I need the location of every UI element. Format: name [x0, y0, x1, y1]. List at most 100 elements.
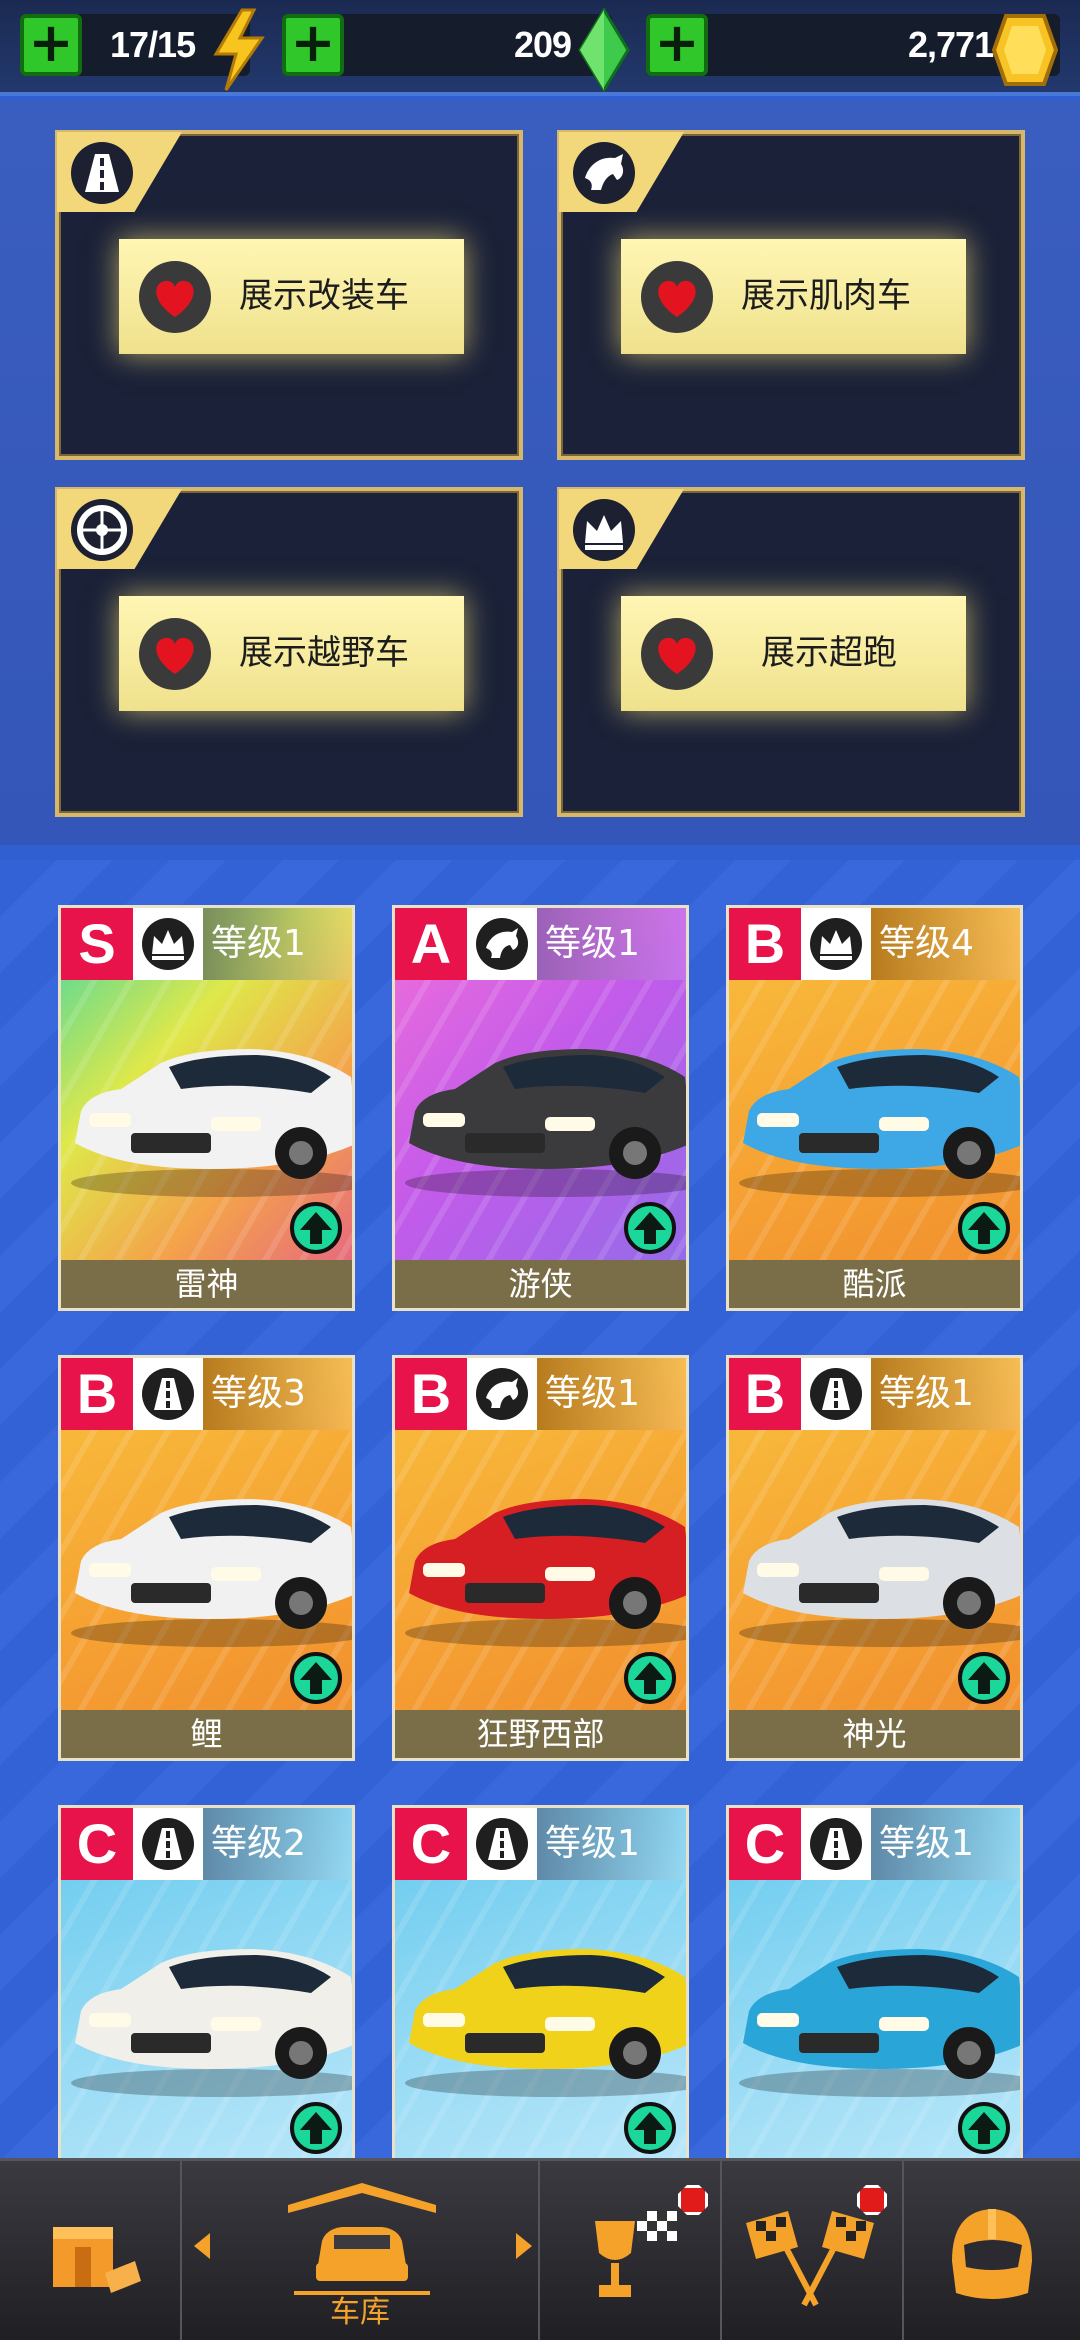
car-image — [71, 1949, 352, 2097]
coins-value: 2,771 — [908, 24, 994, 65]
show-tuner-label: 展示改装车 — [239, 276, 409, 316]
heart-icon — [156, 637, 194, 674]
show-muscle-label: 展示肌肉车 — [741, 276, 911, 316]
upgrade-arrow-icon[interactable] — [958, 1202, 1010, 1254]
crown-icon — [573, 499, 635, 561]
nav-garage-label: 车库 — [330, 2295, 390, 2330]
car-image — [71, 1499, 352, 1647]
events-notification-badge — [678, 2185, 708, 2215]
upgrade-arrow-icon[interactable] — [290, 2102, 342, 2154]
rank-badge: C — [395, 1808, 467, 1880]
show-muscle-button[interactable]: 展示肌肉车 — [621, 239, 966, 354]
rank-badge: B — [61, 1358, 133, 1430]
road-icon — [810, 1368, 862, 1420]
showcase-supercar-slot[interactable]: 展示超跑 — [557, 487, 1025, 817]
card-header: S 等级1 — [61, 908, 352, 980]
showcase-offroad-slot[interactable]: 展示越野车 — [55, 487, 523, 817]
coin-icon — [991, 14, 1058, 86]
car-card[interactable]: C 等级1 — [392, 1805, 689, 2158]
upgrade-arrow-icon[interactable] — [958, 2102, 1010, 2154]
level-label: 等级1 — [537, 1358, 686, 1430]
show-tuner-button[interactable]: 展示改装车 — [119, 239, 464, 354]
level-label: 等级4 — [871, 908, 1020, 980]
card-header: B 等级4 — [729, 908, 1020, 980]
car-card[interactable]: S 等级1 雷神 — [58, 905, 355, 1311]
lightning-icon — [213, 8, 265, 91]
card-header: B 等级1 — [395, 1358, 686, 1430]
showcase-muscle-slot[interactable]: 展示肌肉车 — [557, 130, 1025, 460]
car-image — [739, 1949, 1020, 2097]
rank-badge: A — [395, 908, 467, 980]
car-card[interactable]: B 等级4 酷派 — [726, 905, 1023, 1311]
shop-box-icon — [53, 2227, 141, 2293]
show-offroad-button[interactable]: 展示越野车 — [119, 596, 464, 711]
gems-counter: + 209 — [282, 8, 630, 92]
car-name: 狂野西部 — [395, 1710, 686, 1758]
energy-value: 17/15 — [110, 24, 196, 65]
energy-counter: + 17/15 — [20, 8, 265, 91]
nav-races[interactable] — [722, 2161, 902, 2340]
add-energy-button[interactable]: + — [20, 14, 82, 76]
showcase-tuner-slot[interactable]: 展示改装车 — [55, 130, 523, 460]
car-name: 游侠 — [395, 1260, 686, 1308]
resource-bar: + 17/15 + 209 + 2,771 — [0, 0, 1080, 96]
car-card[interactable]: C 等级2 — [58, 1805, 355, 2158]
road-icon — [810, 1818, 862, 1870]
upgrade-arrow-icon[interactable] — [290, 1202, 342, 1254]
level-label: 等级1 — [537, 1808, 686, 1880]
trophy-flag-icon — [595, 2211, 677, 2297]
upgrade-arrow-icon[interactable] — [624, 2102, 676, 2154]
road-icon — [71, 142, 133, 204]
car-card[interactable]: C 等级1 — [726, 1805, 1023, 2158]
add-gems-button[interactable]: + — [282, 14, 344, 76]
coins-counter: + 2,771 — [646, 14, 1060, 86]
car-image — [71, 1049, 352, 1197]
car-name: 酷派 — [729, 1260, 1020, 1308]
garage-car-icon — [288, 2183, 436, 2295]
car-name: 雷神 — [61, 1260, 352, 1308]
car-card[interactable]: A 等级1 游侠 — [392, 905, 689, 1311]
chevron-right-icon[interactable] — [512, 2231, 536, 2261]
car-card[interactable]: B 等级1 神光 — [726, 1355, 1023, 1761]
road-icon — [142, 1818, 194, 1870]
rank-badge: B — [395, 1358, 467, 1430]
crown-icon — [810, 918, 862, 970]
upgrade-arrow-icon[interactable] — [624, 1652, 676, 1704]
road-icon — [142, 1368, 194, 1420]
nav-shop[interactable] — [0, 2161, 180, 2340]
nav-profile[interactable] — [904, 2161, 1080, 2340]
races-notification-badge — [857, 2185, 887, 2215]
card-header: C 等级2 — [61, 1808, 352, 1880]
level-label: 等级2 — [203, 1808, 352, 1880]
chevron-left-icon[interactable] — [190, 2231, 214, 2261]
crossed-flags-icon — [746, 2211, 874, 2307]
horse-icon — [476, 1368, 528, 1420]
horse-icon — [476, 918, 528, 970]
heart-icon — [658, 280, 696, 317]
card-header: B 等级3 — [61, 1358, 352, 1430]
car-card[interactable]: B 等级3 鲤 — [58, 1355, 355, 1761]
show-offroad-label: 展示越野车 — [239, 633, 409, 673]
car-collection-grid: S 等级1 雷神 A 等级1 游侠 B 等级4 酷派 B 等级3 鲤 B 等级1… — [0, 860, 1080, 2158]
car-image — [739, 1049, 1020, 1197]
nav-events[interactable] — [540, 2161, 720, 2340]
rank-badge: B — [729, 1358, 801, 1430]
bottom-navigation: 车库 — [0, 2158, 1080, 2340]
nav-garage[interactable]: 车库 — [182, 2161, 538, 2340]
upgrade-arrow-icon[interactable] — [958, 1652, 1010, 1704]
heart-icon — [658, 637, 696, 674]
horse-icon — [573, 142, 635, 204]
upgrade-arrow-icon[interactable] — [624, 1202, 676, 1254]
upgrade-arrow-icon[interactable] — [290, 1652, 342, 1704]
road-icon — [476, 1818, 528, 1870]
car-name: 神光 — [729, 1710, 1020, 1758]
card-header: C 等级1 — [729, 1808, 1020, 1880]
show-supercar-button[interactable]: 展示超跑 — [621, 596, 966, 711]
heart-icon — [156, 280, 194, 317]
card-header: B 等级1 — [729, 1358, 1020, 1430]
car-card[interactable]: B 等级1 狂野西部 — [392, 1355, 689, 1761]
crown-icon — [142, 918, 194, 970]
add-coins-button[interactable]: + — [646, 14, 708, 76]
car-image — [739, 1499, 1020, 1647]
rank-badge: C — [61, 1808, 133, 1880]
